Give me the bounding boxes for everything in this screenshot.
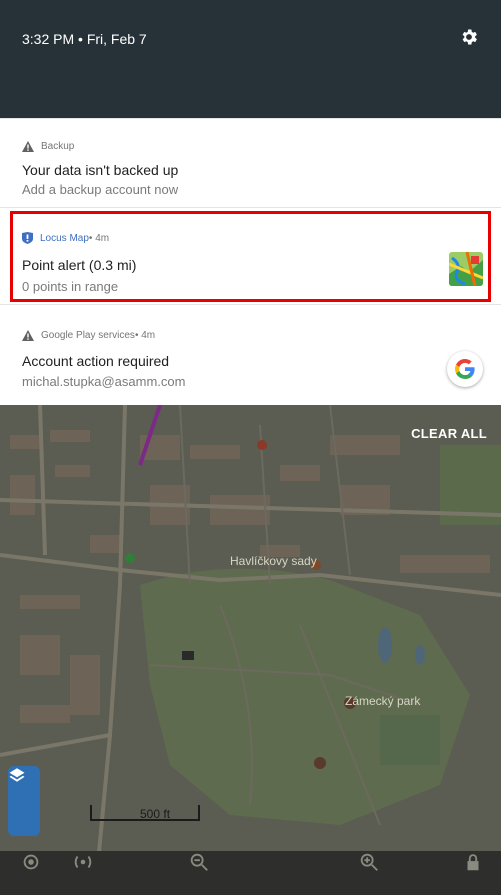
- notification-title: Account action required: [22, 353, 170, 369]
- clear-all-button[interactable]: CLEAR ALL: [411, 426, 487, 441]
- map-label-zamecky-park: Zámecký park: [345, 694, 421, 708]
- gps-target-icon[interactable]: [20, 851, 42, 873]
- gps-signal-icon[interactable]: [72, 851, 94, 873]
- warning-triangle-icon: [22, 141, 34, 152]
- notification-locus-map[interactable]: Locus Map • 4m Point alert (0.3 mi) 0 po…: [0, 207, 501, 304]
- notification-backup[interactable]: Backup Your data isn't backed up Add a b…: [0, 118, 501, 207]
- google-g-icon: [447, 351, 483, 387]
- notification-app-name: Google Play services: [41, 330, 135, 341]
- layers-icon: [9, 768, 25, 782]
- lock-icon[interactable]: [462, 851, 484, 873]
- notification-text: Add a backup account now: [22, 182, 179, 197]
- warning-triangle-icon: [22, 330, 34, 341]
- notification-title: Your data isn't backed up: [22, 162, 179, 178]
- status-datetime: 3:32 PM • Fri, Feb 7: [22, 31, 147, 47]
- notification-title: Point alert (0.3 mi): [22, 257, 137, 273]
- map-label-havlickovy-sady: Havlíčkovy sady: [230, 554, 317, 568]
- zoom-out-icon[interactable]: [188, 851, 210, 873]
- notification-google-play-services[interactable]: Google Play services • 4m Account action…: [0, 304, 501, 406]
- quick-settings-header: 3:32 PM • Fri, Feb 7: [0, 0, 501, 118]
- layers-button[interactable]: [8, 766, 40, 836]
- notification-header: Locus Map • 4m: [22, 232, 109, 244]
- notification-time: • 4m: [88, 232, 110, 244]
- notification-text: michal.stupka@asamm.com: [22, 374, 186, 389]
- map-canvas: Havlíčkovy sady Zámecký park: [0, 405, 501, 895]
- notification-header: Backup: [22, 141, 74, 152]
- notification-time: • 4m: [134, 330, 156, 341]
- map-background: Havlíčkovy sady Zámecký park CLEAR ALL 5…: [0, 405, 501, 895]
- gear-icon[interactable]: [459, 27, 479, 47]
- notification-app-name: Backup: [41, 141, 75, 152]
- map-thumbnail-icon: [449, 252, 483, 286]
- notification-header: Google Play services • 4m: [22, 330, 155, 341]
- map-bottom-toolbar: [0, 851, 501, 895]
- zoom-in-icon[interactable]: [358, 851, 380, 873]
- map-scale-label: 500 ft: [140, 807, 171, 821]
- notification-text: 0 points in range: [22, 279, 119, 294]
- locus-map-icon: [22, 232, 33, 244]
- notification-app-name: Locus Map: [40, 232, 89, 244]
